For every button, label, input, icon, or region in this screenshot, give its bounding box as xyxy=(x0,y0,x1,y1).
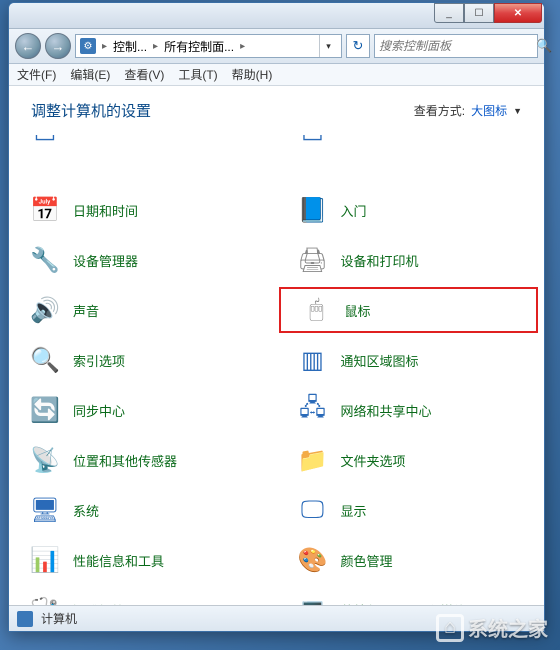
refresh-button[interactable]: ↻ xyxy=(346,34,370,58)
item-label: 显示 xyxy=(341,501,367,520)
menu-view[interactable]: 查看(V) xyxy=(124,66,164,83)
item-colormgmt[interactable]: 🎨 颜色管理 xyxy=(277,535,545,585)
item-label: 声音 xyxy=(73,301,99,320)
window-controls: _ ☐ ✕ xyxy=(434,3,542,23)
item-indexing[interactable]: 🔍 索引选项 xyxy=(9,335,277,385)
computer-icon xyxy=(17,611,33,627)
item-gettingstarted[interactable]: 📘 入门 xyxy=(277,185,545,235)
item-label: 网络和共享中心 xyxy=(341,401,432,420)
item-label: 索引选项 xyxy=(73,351,125,370)
maximize-button[interactable]: ☐ xyxy=(464,3,494,23)
search-box[interactable]: 🔍 xyxy=(374,34,538,58)
item-label: 系统 xyxy=(73,501,99,520)
item-sound[interactable]: 🔊 声音 xyxy=(9,285,277,335)
address-dropdown[interactable]: ▾ xyxy=(319,35,337,57)
view-mode-label: 查看方式: xyxy=(414,102,465,119)
item-datetime[interactable]: 📅 日期和时间 xyxy=(9,185,277,235)
item-label: 设备和打印机 xyxy=(341,251,419,270)
intelgfx-icon: 💻 xyxy=(297,594,329,605)
item-troubleshoot[interactable]: 🩺疑难解答 xyxy=(9,585,277,605)
item-mouse[interactable]: 🖱 鼠标 xyxy=(279,287,539,333)
watermark: ⌂ 系统之家 xyxy=(436,613,548,642)
gettingstarted-icon: 📘 xyxy=(297,194,329,226)
item-intelgfx[interactable]: 💻英特尔(R) 图形和媒体 xyxy=(277,585,545,605)
control-panel-icon: ⚙ xyxy=(80,38,96,54)
breadcrumb-sep-icon: ▸ xyxy=(102,41,107,52)
item-label: 入门 xyxy=(341,201,367,220)
menubar: 文件(F) 编辑(E) 查看(V) 工具(T) 帮助(H) xyxy=(9,64,544,86)
menu-edit[interactable]: 编辑(E) xyxy=(70,66,110,83)
item-label: 通知区域图标 xyxy=(341,351,419,370)
item-system[interactable]: 🖥 系统 xyxy=(9,485,277,535)
item-label: 日期和时间 xyxy=(73,201,138,220)
item-location[interactable]: 📡 位置和其他传感器 xyxy=(9,435,277,485)
content-header: 调整计算机的设置 查看方式: 大图标 ▼ xyxy=(9,86,544,131)
navbar: ← → ⚙ ▸ 控制... ▸ 所有控制面... ▸ ▾ ↻ 🔍 xyxy=(9,29,544,64)
item-notifyarea[interactable]: ▥ 通知区域图标 xyxy=(277,335,545,385)
chevron-down-icon[interactable]: ▼ xyxy=(513,106,522,116)
item-label: 同步中心 xyxy=(73,401,125,420)
sound-icon: 🔊 xyxy=(29,294,61,326)
folderopts-icon: 📁 xyxy=(297,444,329,476)
titlebar: _ ☐ ✕ xyxy=(9,3,544,29)
item-folderopts[interactable]: 📁 文件夹选项 xyxy=(277,435,545,485)
sync-icon: 🔄 xyxy=(29,394,61,426)
netshare-icon: 🖧 xyxy=(297,394,329,426)
breadcrumb-sep-icon: ▸ xyxy=(153,41,158,52)
search-input[interactable] xyxy=(379,39,536,53)
control-panel-window: _ ☐ ✕ ← → ⚙ ▸ 控制... ▸ 所有控制面... ▸ ▾ ↻ 🔍 文… xyxy=(8,2,545,632)
menu-help[interactable]: 帮助(H) xyxy=(232,66,273,83)
menu-tools[interactable]: 工具(T) xyxy=(178,66,217,83)
item-label: 文件夹选项 xyxy=(341,451,406,470)
content-area: 调整计算机的设置 查看方式: 大图标 ▼ ▭ ▭ 📅 日期和时间 📘 入门 🔧 设备管理器… xyxy=(9,86,544,605)
troubleshoot-icon: 🩺 xyxy=(29,594,61,605)
page-title: 调整计算机的设置 xyxy=(31,100,151,121)
item-devprinters[interactable]: 🖨 设备和打印机 xyxy=(277,235,545,285)
items-grid: ▭ ▭ 📅 日期和时间 📘 入门 🔧 设备管理器 🖨 设备和打印机 🔊 声音 🖱 鼠标 🔍 索引选项 ▥ 通知… xyxy=(9,131,544,605)
view-mode-selector[interactable]: 查看方式: 大图标 ▼ xyxy=(414,102,522,119)
item-perfinfo[interactable]: 📊 性能信息和工具 xyxy=(9,535,277,585)
item-sync[interactable]: 🔄 同步中心 xyxy=(9,385,277,435)
generic-icon: ▭ xyxy=(297,135,329,149)
statusbar-label: 计算机 xyxy=(41,610,77,627)
generic-icon: ▭ xyxy=(29,135,61,149)
watermark-logo-icon: ⌂ xyxy=(436,614,464,642)
list-item[interactable]: ▭ xyxy=(277,135,545,153)
item-display[interactable]: 🖵 显示 xyxy=(277,485,545,535)
item-label: 设备管理器 xyxy=(73,251,138,270)
watermark-text: 系统之家 xyxy=(468,613,548,642)
minimize-button[interactable]: _ xyxy=(434,3,464,23)
item-label: 鼠标 xyxy=(345,301,371,320)
notifyarea-icon: ▥ xyxy=(297,344,329,376)
datetime-icon: 📅 xyxy=(29,194,61,226)
mouse-icon: 🖱 xyxy=(301,294,333,326)
item-devicemgr[interactable]: 🔧 设备管理器 xyxy=(9,235,277,285)
close-button[interactable]: ✕ xyxy=(494,3,542,23)
location-icon: 📡 xyxy=(29,444,61,476)
menu-file[interactable]: 文件(F) xyxy=(17,66,56,83)
search-icon: 🔍 xyxy=(536,38,552,54)
colormgmt-icon: 🎨 xyxy=(297,544,329,576)
devicemgr-icon: 🔧 xyxy=(29,244,61,276)
list-item[interactable]: ▭ xyxy=(9,135,277,153)
breadcrumb-1[interactable]: 控制... xyxy=(113,38,147,55)
back-button[interactable]: ← xyxy=(15,33,41,59)
devprinters-icon: 🖨 xyxy=(297,244,329,276)
forward-button[interactable]: → xyxy=(45,33,71,59)
view-mode-value[interactable]: 大图标 xyxy=(471,102,507,119)
perfinfo-icon: 📊 xyxy=(29,544,61,576)
breadcrumb-sep-icon: ▸ xyxy=(240,41,245,52)
address-bar[interactable]: ⚙ ▸ 控制... ▸ 所有控制面... ▸ ▾ xyxy=(75,34,342,58)
breadcrumb-2[interactable]: 所有控制面... xyxy=(164,38,234,55)
item-label: 位置和其他传感器 xyxy=(73,451,177,470)
item-label: 性能信息和工具 xyxy=(73,551,164,570)
item-label: 颜色管理 xyxy=(341,551,393,570)
indexing-icon: 🔍 xyxy=(29,344,61,376)
item-netshare[interactable]: 🖧 网络和共享中心 xyxy=(277,385,545,435)
system-icon: 🖥 xyxy=(29,494,61,526)
display-icon: 🖵 xyxy=(297,494,329,526)
